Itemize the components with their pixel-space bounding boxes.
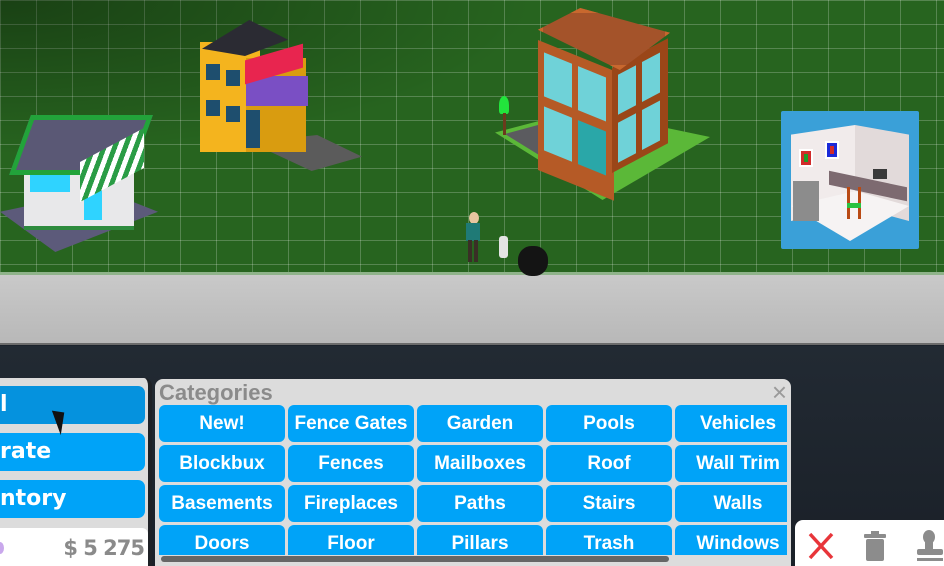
tree-trunk: [503, 113, 506, 135]
decorate-button[interactable]: rate: [0, 433, 145, 471]
build-button[interactable]: l: [0, 386, 145, 424]
categories-panel: Categories × New! Fence Gates Garden Pools V…: [155, 379, 791, 566]
cafe-window: [578, 66, 606, 122]
category-pools-button[interactable]: Pools: [546, 405, 672, 442]
game-viewport[interactable]: [0, 0, 944, 345]
sidewalk: [0, 275, 944, 343]
categories-grid: New! Fence Gates Garden Pools Vehicles Blockb…: [159, 405, 787, 555]
cafe-window: [618, 113, 636, 163]
room-preview-thumbnail[interactable]: [781, 111, 919, 249]
laptop: [873, 169, 887, 179]
category-walls-button[interactable]: Walls: [675, 485, 787, 522]
avatar-legs: [468, 240, 478, 262]
decorate-label: rate: [0, 439, 52, 464]
close-icon[interactable]: ×: [772, 379, 787, 405]
category-floor-button[interactable]: Floor: [288, 525, 414, 555]
cafe-door: [578, 120, 606, 176]
house-window: [206, 64, 220, 80]
cafe-window: [544, 52, 572, 108]
placed-object-post[interactable]: [499, 236, 508, 258]
category-windows-button[interactable]: Windows: [675, 525, 787, 555]
category-roof-button[interactable]: Roof: [546, 445, 672, 482]
delete-button[interactable]: [859, 528, 891, 562]
cafe-window: [642, 100, 660, 151]
placed-object-trash-bag[interactable]: [518, 246, 548, 276]
category-new-button[interactable]: New!: [159, 405, 285, 442]
house-window: [226, 106, 240, 122]
sidewalk-edge: [0, 343, 944, 345]
category-fireplaces-button[interactable]: Fireplaces: [288, 485, 414, 522]
category-garden-button[interactable]: Garden: [417, 405, 543, 442]
money-display: $ 5 275: [0, 528, 148, 566]
inventory-button[interactable]: ntory: [0, 480, 145, 518]
house-door: [246, 110, 260, 148]
painting: [799, 149, 813, 167]
category-mailboxes-button[interactable]: Mailboxes: [417, 445, 543, 482]
category-fence-gates-button[interactable]: Fence Gates: [288, 405, 414, 442]
category-trash-button[interactable]: Trash: [546, 525, 672, 555]
categories-scrollbar[interactable]: [161, 556, 669, 562]
chair-seat: [847, 203, 861, 208]
painting: [825, 141, 839, 159]
cafe-window: [642, 52, 660, 103]
currency-icon: [0, 542, 4, 554]
cafe-window: [544, 106, 572, 162]
category-pillars-button[interactable]: Pillars: [417, 525, 543, 555]
category-doors-button[interactable]: Doors: [159, 525, 285, 555]
category-basements-button[interactable]: Basements: [159, 485, 285, 522]
stamp-button[interactable]: [911, 528, 943, 562]
category-vehicles-button[interactable]: Vehicles: [675, 405, 787, 442]
category-paths-button[interactable]: Paths: [417, 485, 543, 522]
category-blockbux-button[interactable]: Blockbux: [159, 445, 285, 482]
cancel-button[interactable]: [805, 528, 837, 562]
house-window: [206, 100, 220, 116]
trash-icon: [864, 531, 886, 561]
category-wall-trim-button[interactable]: Wall Trim: [675, 445, 787, 482]
stamp-icon: [917, 530, 943, 561]
cafe-window: [618, 65, 636, 115]
avatar-body: [466, 223, 480, 241]
house-window: [226, 70, 240, 86]
build-label: l: [0, 392, 8, 417]
x-icon: [808, 532, 834, 560]
filing-cabinet: [793, 181, 819, 221]
tools-panel: [795, 520, 944, 566]
category-stairs-button[interactable]: Stairs: [546, 485, 672, 522]
money-amount: $ 5 275: [63, 536, 145, 560]
categories-title: Categories: [159, 380, 273, 405]
inventory-label: ntory: [0, 486, 67, 511]
tree: [499, 96, 509, 114]
category-fences-button[interactable]: Fences: [288, 445, 414, 482]
